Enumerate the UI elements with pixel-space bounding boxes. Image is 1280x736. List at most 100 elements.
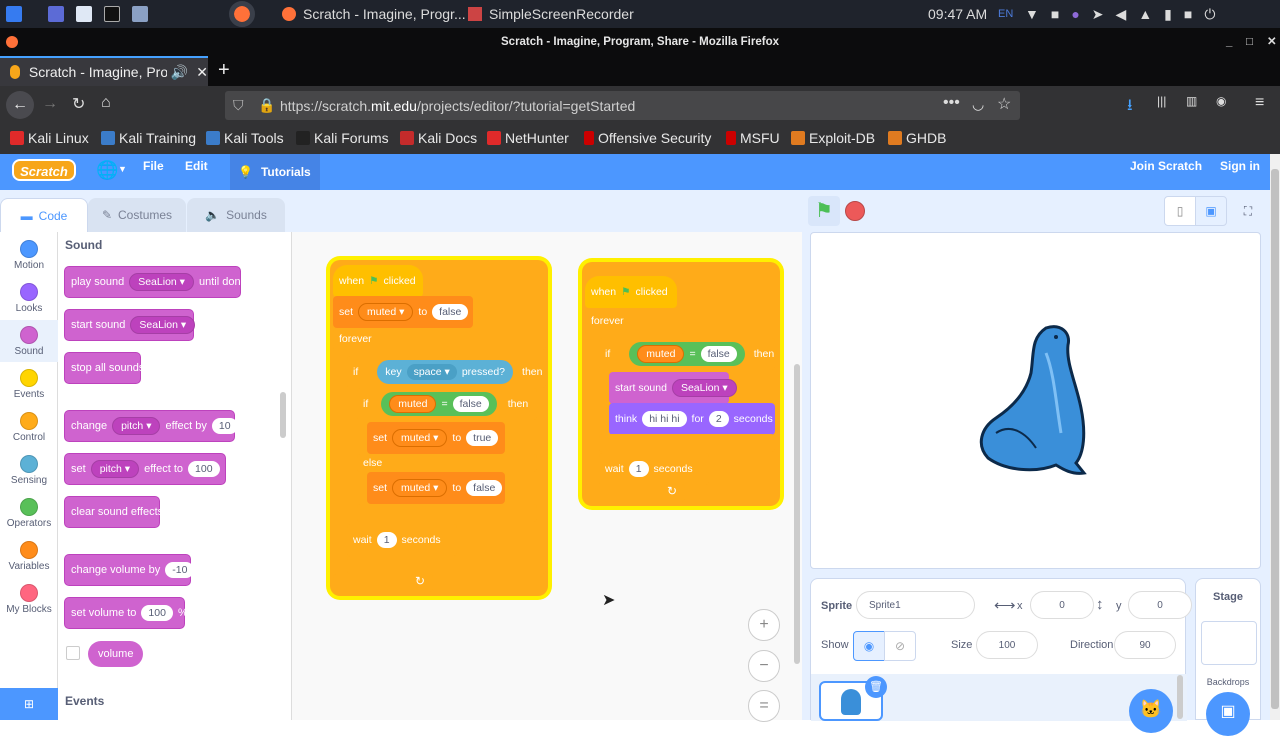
url-bar[interactable]: ⛉ 🔒 https://scratch. mit.edu/projects/edi… bbox=[225, 91, 1020, 120]
key-dropdown[interactable]: space ▾ bbox=[406, 364, 457, 380]
value-input[interactable]: false bbox=[466, 480, 503, 496]
tab-scratch[interactable]: Scratch - Imagine, Pro 🔊 ✕ bbox=[0, 56, 208, 86]
block-clear-sound-effects[interactable]: clear sound effects bbox=[64, 496, 163, 528]
category-sound[interactable]: Sound bbox=[0, 320, 58, 362]
block-stop-all-sounds[interactable]: stop all sounds bbox=[64, 352, 144, 384]
category-motion[interactable]: Motion bbox=[0, 234, 58, 276]
firefox-launcher-icon[interactable] bbox=[229, 1, 255, 27]
join-scratch-link[interactable]: Join Scratch bbox=[1130, 159, 1202, 173]
block-set-muted-true[interactable]: set muted ▾ to true bbox=[367, 422, 505, 454]
block-forever[interactable]: forever bbox=[333, 328, 546, 350]
bookmark-nethunter[interactable]: NetHunter bbox=[487, 130, 569, 146]
value-input[interactable]: true bbox=[466, 430, 499, 446]
script-workspace[interactable]: when ⚑ clicked set muted ▾ to false forever i… bbox=[292, 232, 802, 720]
power-icon[interactable]: ⏻ bbox=[1204, 6, 1215, 23]
firefox-menu-icon[interactable] bbox=[6, 36, 18, 48]
hat-when-flag-clicked[interactable]: when ⚑ clicked bbox=[333, 265, 423, 297]
choose-sprite-button[interactable]: 🐱 bbox=[1129, 689, 1173, 733]
bookmark-exploit-db[interactable]: Exploit-DB bbox=[791, 130, 875, 146]
battery-icon[interactable]: ▮ bbox=[1164, 6, 1172, 23]
terminal-icon[interactable] bbox=[104, 6, 120, 22]
stage-selector-pane[interactable]: Stage Backdrops ▣ bbox=[1195, 578, 1261, 736]
back-icon[interactable]: ← bbox=[6, 91, 34, 119]
taskbar-window-recorder[interactable]: SimpleScreenRecorder bbox=[468, 4, 634, 24]
fullscreen-button[interactable]: ⛶ bbox=[1232, 196, 1264, 226]
block-if-muted-false[interactable]: if muted = false then bbox=[599, 338, 775, 370]
block-set-volume[interactable]: set volume to 100% bbox=[64, 597, 188, 629]
value-input[interactable]: false bbox=[700, 346, 737, 362]
lock-icon[interactable]: ■ bbox=[1184, 6, 1192, 22]
large-stage-button[interactable]: ▣ bbox=[1195, 196, 1227, 226]
block-start-sound[interactable]: start sound SeaLion ▾ bbox=[64, 309, 196, 341]
tab-sounds[interactable]: 🔈 Sounds bbox=[187, 198, 285, 232]
sign-in-link[interactable]: Sign in bbox=[1220, 159, 1260, 173]
files-icon[interactable] bbox=[76, 6, 92, 22]
sound-dropdown[interactable]: SeaLion ▾ bbox=[129, 273, 194, 291]
notification-icon[interactable]: ▲ bbox=[1138, 6, 1152, 22]
bookmark-offensive-security[interactable]: Offensive Security bbox=[584, 130, 711, 146]
edit-menu[interactable]: Edit bbox=[185, 159, 208, 173]
stop-button[interactable] bbox=[845, 201, 865, 221]
green-flag-button[interactable]: ⚑ bbox=[808, 196, 840, 226]
wait-input[interactable]: 1 bbox=[628, 461, 649, 477]
bookmark-kali-docs[interactable]: Kali Docs bbox=[400, 130, 477, 146]
small-stage-button[interactable]: ▯ bbox=[1164, 196, 1196, 226]
category-operators[interactable]: Operators bbox=[0, 492, 58, 534]
recorder-icon[interactable] bbox=[132, 6, 148, 22]
bookmark-kali-tools[interactable]: Kali Tools bbox=[206, 130, 284, 146]
close-window-icon[interactable]: ✕ bbox=[1267, 28, 1277, 56]
volume-change-input[interactable]: -10 bbox=[165, 562, 195, 578]
file-menu[interactable]: File bbox=[143, 159, 164, 173]
kali-menu-icon[interactable] bbox=[6, 6, 22, 22]
zoom-out-button[interactable]: − bbox=[748, 650, 780, 682]
block-forever-2[interactable]: forever bbox=[585, 308, 685, 334]
tab-close-icon[interactable]: ✕ bbox=[196, 64, 208, 81]
bookmark-kali-linux[interactable]: Kali Linux bbox=[10, 130, 89, 146]
camera-icon[interactable]: ■ bbox=[1051, 6, 1059, 22]
block-if-else-muted[interactable]: if muted = false then bbox=[357, 388, 537, 420]
sprite-list-scrollbar[interactable] bbox=[1177, 675, 1183, 719]
bookmark-ghdb[interactable]: GHDB bbox=[888, 130, 946, 146]
category-events[interactable]: Events bbox=[0, 363, 58, 405]
volume-value-input[interactable]: 100 bbox=[141, 605, 173, 621]
delete-sprite-icon[interactable]: 🗑 bbox=[865, 676, 887, 698]
volume-checkbox[interactable] bbox=[66, 646, 80, 660]
maximize-icon[interactable]: □ bbox=[1246, 28, 1253, 56]
scratch-logo[interactable]: Scratch bbox=[12, 159, 76, 181]
show-visible-button[interactable]: ◉ bbox=[853, 631, 885, 661]
sound-dropdown[interactable]: SeaLion ▾ bbox=[671, 379, 737, 397]
palette-scrollbar[interactable] bbox=[280, 392, 286, 438]
operator-equals[interactable]: muted = false bbox=[381, 392, 497, 416]
block-set-muted-false[interactable]: set muted ▾ to false bbox=[333, 296, 473, 328]
think-text-input[interactable]: hi hi hi bbox=[642, 411, 687, 427]
tab-code[interactable]: ▬ Code bbox=[0, 198, 88, 232]
hat-when-flag-clicked-2[interactable]: when ⚑ clicked bbox=[585, 276, 677, 308]
think-seconds-input[interactable]: 2 bbox=[708, 411, 729, 427]
download-icon[interactable]: ⭳ bbox=[1127, 94, 1133, 121]
block-change-volume[interactable]: change volume by -10 bbox=[64, 554, 195, 586]
sound-dropdown[interactable]: SeaLion ▾ bbox=[130, 316, 196, 334]
app-launcher-icon[interactable] bbox=[48, 6, 64, 22]
value-input[interactable]: false bbox=[452, 396, 489, 412]
y-input[interactable]: 0 bbox=[1128, 591, 1192, 619]
variable-dropdown[interactable]: muted ▾ bbox=[392, 429, 448, 447]
variable-dropdown[interactable]: muted ▾ bbox=[358, 303, 414, 321]
variable-muted[interactable]: muted bbox=[389, 395, 437, 413]
language-chevron-icon[interactable]: ▼ bbox=[118, 164, 127, 174]
block-if-key-pressed[interactable]: if key space ▾ pressed? then bbox=[347, 356, 546, 388]
padlock-icon[interactable]: 🔒 bbox=[258, 97, 275, 114]
block-set-effect[interactable]: set pitch ▾ effect to 100 bbox=[64, 453, 226, 485]
effect-dropdown[interactable]: pitch ▾ bbox=[90, 460, 140, 478]
bookmark-kali-training[interactable]: Kali Training bbox=[101, 130, 196, 146]
add-extension-button[interactable]: ⊞ bbox=[0, 688, 58, 720]
variable-dropdown[interactable]: muted ▾ bbox=[392, 479, 448, 497]
forward-icon[interactable]: → bbox=[42, 95, 58, 113]
sprite-name-input[interactable]: Sprite1 bbox=[856, 591, 975, 619]
category-variables[interactable]: Variables bbox=[0, 535, 58, 577]
account-icon[interactable]: ◉ bbox=[1216, 94, 1226, 108]
pocket-icon[interactable]: ◡ bbox=[972, 96, 984, 113]
category-looks[interactable]: Looks bbox=[0, 277, 58, 319]
language-globe-icon[interactable]: 🌐 bbox=[96, 160, 118, 181]
keyboard-layout[interactable]: EN bbox=[998, 4, 1013, 24]
viber-icon[interactable]: ● bbox=[1071, 6, 1079, 22]
